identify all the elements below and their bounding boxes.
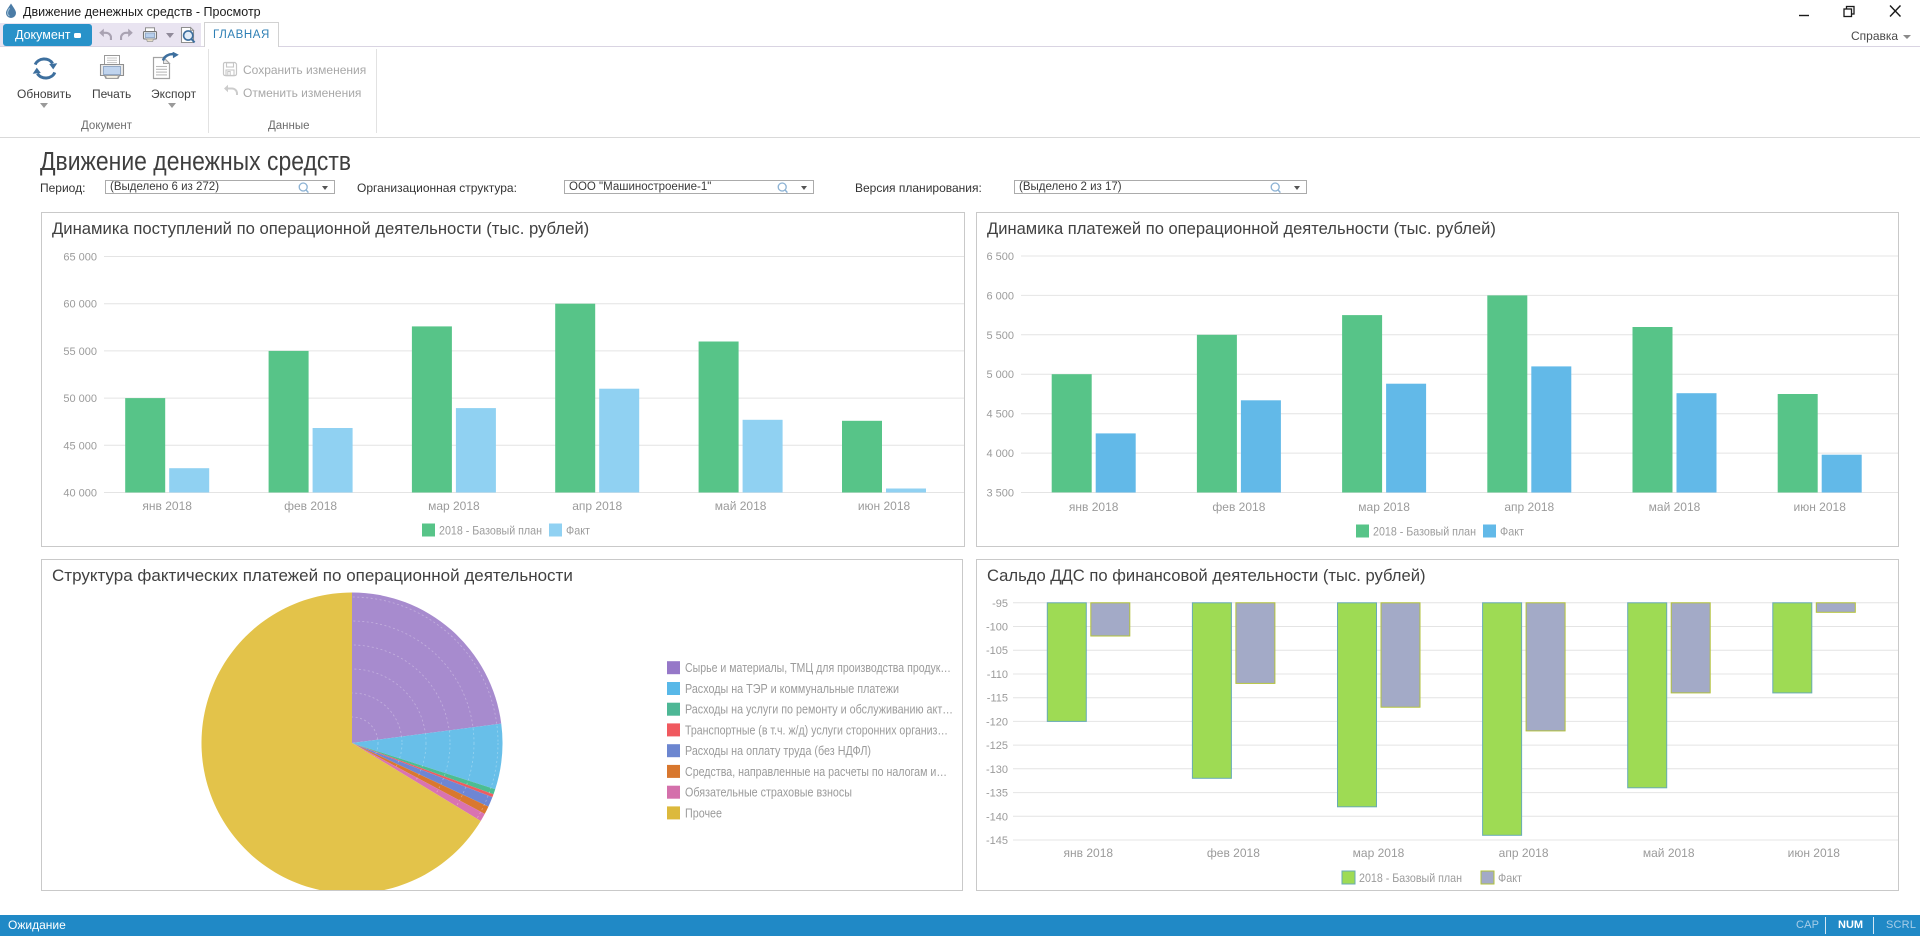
svg-text:фев 2018: фев 2018 [1207, 846, 1260, 860]
svg-text:-140: -140 [986, 811, 1008, 823]
svg-text:-105: -105 [986, 645, 1008, 657]
svg-text:-145: -145 [986, 835, 1008, 847]
svg-text:-100: -100 [986, 622, 1008, 634]
svg-text:Средства, направленные на расч: Средства, направленные на расчеты по нал… [685, 765, 947, 779]
svg-text:4 000: 4 000 [986, 448, 1014, 460]
svg-text:май 2018: май 2018 [1643, 846, 1695, 860]
svg-text:2018 - Базовый план: 2018 - Базовый план [439, 524, 542, 538]
svg-text:60 000: 60 000 [63, 299, 97, 311]
svg-text:июн 2018: июн 2018 [1794, 500, 1847, 514]
svg-text:мар 2018: мар 2018 [1358, 500, 1410, 514]
svg-text:июн 2018: июн 2018 [858, 499, 911, 513]
svg-text:Факт: Факт [1498, 871, 1522, 885]
svg-text:4 500: 4 500 [986, 409, 1014, 421]
svg-text:янв 2018: янв 2018 [1064, 846, 1114, 860]
svg-text:июн 2018: июн 2018 [1788, 846, 1841, 860]
svg-text:Транспортные (в т.ч. ж/д) услу: Транспортные (в т.ч. ж/д) услуги сторонн… [685, 723, 948, 737]
svg-text:-110: -110 [987, 669, 1008, 681]
svg-text:-115: -115 [987, 693, 1008, 705]
svg-text:мар 2018: мар 2018 [428, 499, 480, 513]
svg-text:апр 2018: апр 2018 [1504, 500, 1554, 514]
svg-text:фев 2018: фев 2018 [284, 499, 337, 513]
svg-text:Расходы на услуги по ремонту и: Расходы на услуги по ремонту и обслужива… [685, 703, 953, 717]
svg-text:3 500: 3 500 [986, 488, 1014, 500]
svg-text:-130: -130 [986, 764, 1008, 776]
svg-text:50 000: 50 000 [63, 393, 97, 405]
svg-text:5 000: 5 000 [986, 369, 1014, 381]
svg-text:-95: -95 [992, 598, 1008, 610]
svg-text:40 000: 40 000 [63, 488, 97, 500]
svg-text:мар 2018: мар 2018 [1353, 846, 1405, 860]
svg-text:6 000: 6 000 [986, 290, 1014, 302]
svg-text:-125: -125 [986, 740, 1008, 752]
svg-text:-120: -120 [986, 716, 1008, 728]
svg-text:2018 - Базовый план: 2018 - Базовый план [1359, 871, 1462, 885]
svg-text:Обязательные страховые взносы: Обязательные страховые взносы [685, 786, 852, 800]
svg-text:Расходы на ТЭР и коммунальные: Расходы на ТЭР и коммунальные платежи [685, 682, 899, 696]
svg-text:май 2018: май 2018 [715, 499, 767, 513]
svg-text:55 000: 55 000 [63, 346, 97, 358]
svg-text:янв 2018: янв 2018 [142, 499, 192, 513]
svg-text:Прочее: Прочее [685, 806, 722, 820]
svg-text:Расходы на оплату труда (без Н: Расходы на оплату труда (без НДФЛ) [685, 744, 871, 758]
svg-text:2018 - Базовый план: 2018 - Базовый план [1373, 525, 1476, 539]
svg-text:-135: -135 [986, 788, 1008, 800]
svg-text:6 500: 6 500 [986, 251, 1014, 263]
svg-text:65 000: 65 000 [63, 252, 97, 264]
svg-text:Факт: Факт [566, 524, 590, 538]
svg-text:5 500: 5 500 [986, 330, 1014, 342]
svg-text:Факт: Факт [1500, 525, 1524, 539]
svg-text:Сырье и материалы, ТМЦ для про: Сырье и материалы, ТМЦ для производства … [685, 661, 951, 675]
svg-text:фев 2018: фев 2018 [1212, 500, 1265, 514]
svg-text:апр 2018: апр 2018 [1499, 846, 1549, 860]
svg-text:янв 2018: янв 2018 [1069, 500, 1119, 514]
svg-text:апр 2018: апр 2018 [572, 499, 622, 513]
svg-text:май 2018: май 2018 [1649, 500, 1701, 514]
svg-text:45 000: 45 000 [63, 440, 97, 452]
